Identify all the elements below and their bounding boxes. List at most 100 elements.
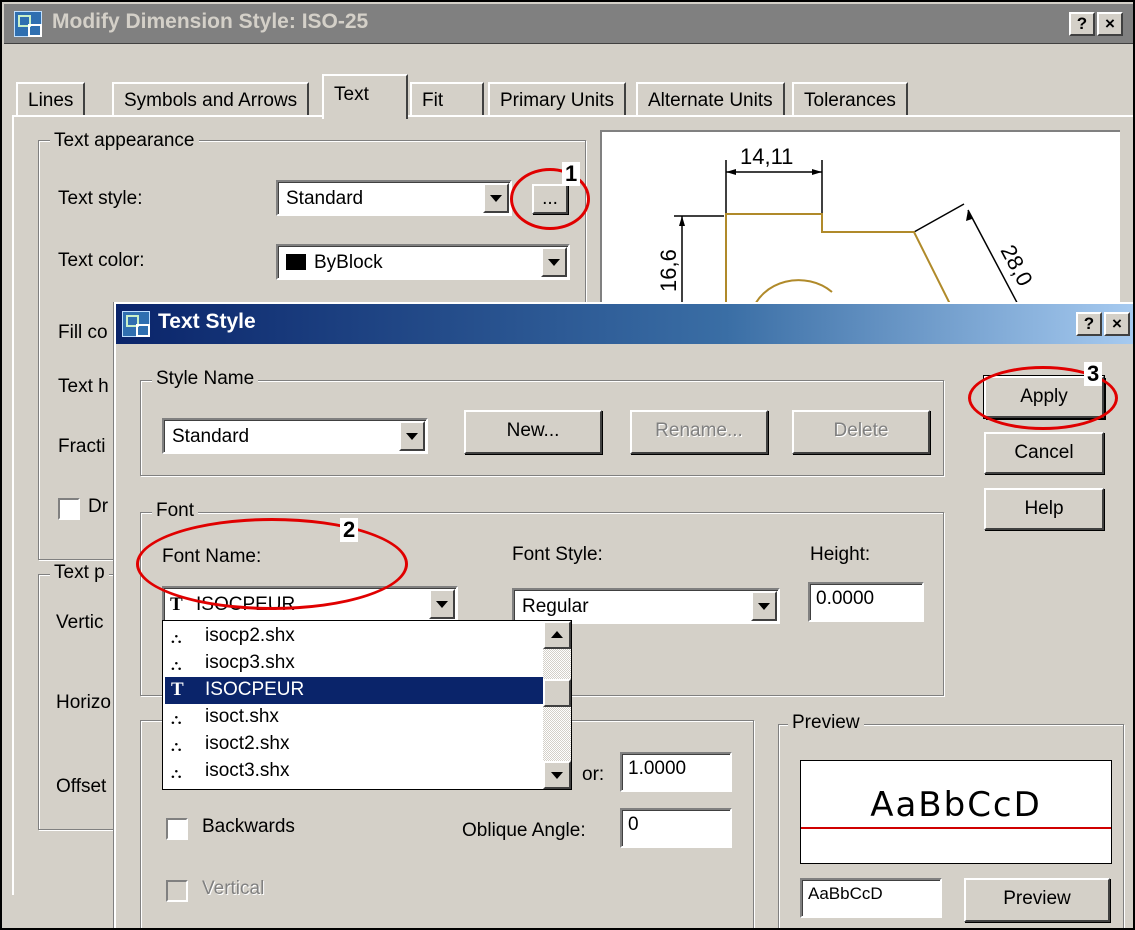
preview-sample-text: AaBbCcD bbox=[870, 785, 1042, 825]
preview-legend: Preview bbox=[788, 712, 864, 734]
annotation-circle-2 bbox=[136, 518, 408, 610]
style-name-value: Standard bbox=[172, 426, 250, 447]
close-button[interactable]: × bbox=[1097, 12, 1123, 36]
main-window-title: Modify Dimension Style: ISO-25 bbox=[52, 10, 369, 33]
fraction-height-label: Fracti bbox=[58, 436, 106, 457]
draw-frame-checkbox[interactable] bbox=[58, 498, 80, 520]
dim-text-left: 16,6 bbox=[656, 249, 681, 292]
preview-baseline bbox=[801, 827, 1111, 829]
font-list-item[interactable]: ⛬ isoct.shx bbox=[165, 704, 543, 731]
text-style-value: Standard bbox=[286, 188, 364, 209]
help-button[interactable]: ? bbox=[1076, 312, 1102, 336]
tab-tolerances[interactable]: Tolerances bbox=[792, 82, 908, 117]
help-button[interactable]: ? bbox=[1069, 12, 1095, 36]
font-style-select[interactable]: Regular bbox=[512, 588, 780, 624]
scroll-down-icon[interactable] bbox=[543, 761, 571, 789]
font-list-item[interactable]: ⛬ isocp3.shx bbox=[165, 650, 543, 677]
horizontal-label: Horizo bbox=[56, 692, 111, 713]
annotation-badge-2: 2 bbox=[340, 518, 359, 542]
tab-text[interactable]: Text bbox=[322, 74, 408, 119]
shx-font-icon: ⛬ bbox=[171, 765, 182, 782]
text-color-value: ByBlock bbox=[314, 252, 383, 273]
oblique-angle-input[interactable]: 0 bbox=[620, 808, 732, 848]
font-list-item[interactable]: ⛬ isocp2.shx bbox=[165, 623, 543, 650]
scroll-up-icon[interactable] bbox=[543, 621, 571, 649]
dim-text-right: 28,0 bbox=[996, 241, 1038, 291]
chevron-down-icon[interactable] bbox=[483, 183, 509, 213]
offset-label: Offset bbox=[56, 776, 107, 797]
delete-style-button: Delete bbox=[792, 410, 930, 454]
draw-frame-label: Dr bbox=[88, 496, 109, 517]
chevron-down-icon[interactable] bbox=[751, 591, 777, 621]
style-name-select[interactable]: Standard bbox=[162, 418, 428, 454]
vertical-label: Vertic bbox=[56, 612, 104, 633]
tab-symbols-and-arrows[interactable]: Symbols and Arrows bbox=[112, 82, 310, 117]
font-list-item[interactable]: ⛬ isoct3.shx bbox=[165, 758, 543, 785]
tab-fit[interactable]: Fit bbox=[410, 82, 484, 117]
preview-text-input[interactable]: AaBbCcD bbox=[800, 878, 942, 918]
shx-font-icon: ⛬ bbox=[171, 738, 182, 755]
font-list-item-label: ISOCPEUR bbox=[205, 679, 305, 700]
font-style-label: Font Style: bbox=[512, 544, 603, 565]
autocad-dialog-icon bbox=[122, 311, 150, 337]
scroll-thumb[interactable] bbox=[543, 679, 571, 707]
dim-text-top: 14,11 bbox=[740, 144, 793, 169]
backwards-checkbox[interactable] bbox=[166, 818, 188, 840]
font-preview-box: AaBbCcD bbox=[800, 760, 1112, 864]
font-list-item-label: isoct3.shx bbox=[205, 760, 290, 781]
help-dialog-button[interactable]: Help bbox=[984, 488, 1104, 530]
cancel-button[interactable]: Cancel bbox=[984, 432, 1104, 474]
color-swatch bbox=[286, 254, 306, 270]
chevron-down-icon[interactable] bbox=[429, 589, 455, 619]
font-legend: Font bbox=[152, 500, 199, 522]
tab-lines[interactable]: Lines bbox=[16, 82, 86, 117]
vertical-effect-label: Vertical bbox=[202, 878, 265, 899]
fill-color-label: Fill co bbox=[58, 322, 108, 343]
font-name-dropdown-list[interactable]: ⛬ isocp2.shx ⛬ isocp3.shx T ISOCPEUR ⛬ isoct.sh… bbox=[162, 620, 572, 790]
text-color-select[interactable]: ByBlock bbox=[276, 244, 570, 280]
height-label: Height: bbox=[810, 544, 871, 565]
shx-font-icon: ⛬ bbox=[171, 630, 182, 647]
dimension-preview: 14,11 16,6 28,0 bbox=[600, 130, 1120, 313]
font-list-item-label: isocp2.shx bbox=[205, 625, 295, 646]
text-placement-legend: Text p bbox=[50, 562, 109, 584]
shx-font-icon: ⛬ bbox=[171, 657, 182, 674]
tab-primary-units[interactable]: Primary Units bbox=[488, 82, 627, 117]
rename-style-button: Rename... bbox=[630, 410, 768, 454]
vertical-checkbox bbox=[166, 880, 188, 902]
font-list-scrollbar[interactable] bbox=[543, 621, 571, 789]
dimension-preview-drawing: 14,11 16,6 28,0 bbox=[656, 144, 1038, 313]
text-style-label: Text style: bbox=[58, 188, 143, 209]
font-list-item-label: isoct2.shx bbox=[205, 733, 290, 754]
font-list-item-label: isoct.shx bbox=[205, 706, 279, 727]
text-style-dialog-title: Text Style bbox=[158, 310, 256, 333]
annotation-badge-3: 3 bbox=[1084, 362, 1103, 386]
truetype-font-icon: T bbox=[171, 679, 184, 700]
close-button[interactable]: × bbox=[1104, 312, 1130, 336]
new-style-button[interactable]: New... bbox=[464, 410, 602, 454]
shx-font-icon: ⛬ bbox=[171, 711, 182, 728]
text-color-label: Text color: bbox=[58, 250, 145, 271]
font-style-value: Regular bbox=[522, 596, 589, 617]
modify-dimension-style-window: Modify Dimension Style: ISO-25 ? × Lines… bbox=[0, 0, 1135, 930]
main-titlebar: Modify Dimension Style: ISO-25 ? × bbox=[4, 4, 1133, 44]
font-list-item[interactable]: T ISOCPEUR bbox=[165, 677, 543, 704]
annotation-badge-1: 1 bbox=[562, 162, 581, 186]
width-factor-label: or: bbox=[582, 764, 605, 785]
font-list-item[interactable]: ⛬ isoct2.shx bbox=[165, 731, 543, 758]
autocad-dialog-icon bbox=[14, 11, 42, 37]
font-list-item-label: isocp3.shx bbox=[205, 652, 295, 673]
text-height-label: Text h bbox=[58, 376, 109, 397]
style-name-legend: Style Name bbox=[152, 368, 259, 390]
height-input[interactable]: 0.0000 bbox=[808, 582, 924, 622]
tab-alternate-units[interactable]: Alternate Units bbox=[636, 82, 785, 117]
backwards-label: Backwards bbox=[202, 816, 295, 837]
preview-button[interactable]: Preview bbox=[964, 878, 1110, 922]
chevron-down-icon[interactable] bbox=[399, 421, 425, 451]
oblique-angle-label: Oblique Angle: bbox=[462, 820, 586, 841]
text-appearance-legend: Text appearance bbox=[50, 130, 199, 152]
width-factor-input[interactable]: 1.0000 bbox=[620, 752, 732, 792]
chevron-down-icon[interactable] bbox=[541, 247, 567, 277]
text-style-select[interactable]: Standard bbox=[276, 180, 512, 216]
text-style-titlebar: Text Style ? × bbox=[116, 304, 1133, 344]
